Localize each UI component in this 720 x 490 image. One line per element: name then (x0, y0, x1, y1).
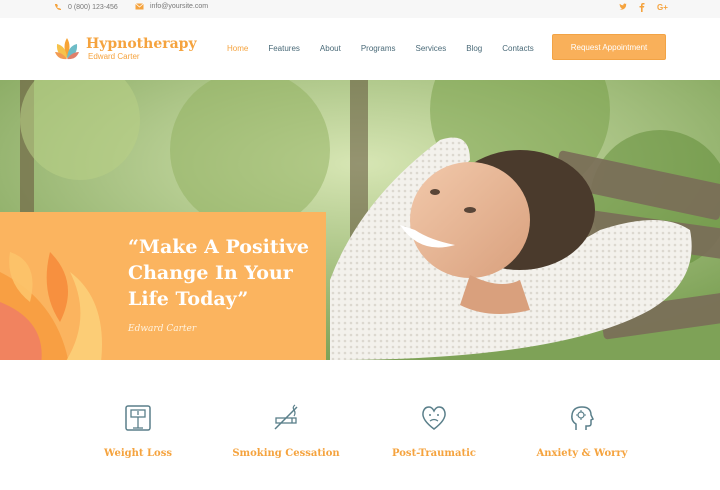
services-section: Weight Loss Smoking Cessation Post-Traum… (0, 370, 720, 490)
nav-about[interactable]: About (320, 44, 341, 53)
topbar: 0 (800) 123-456 info@yoursite.com G+ (0, 0, 720, 18)
nav-contacts[interactable]: Contacts (502, 44, 534, 53)
svg-text:G+: G+ (657, 3, 668, 11)
logo[interactable]: Hypnotherapy Edward Carter (54, 34, 197, 62)
hero-banner: “Make A Positive Change In Your Life Tod… (0, 80, 720, 360)
lotus-logo-icon (55, 38, 79, 60)
logo-subtitle: Edward Carter (88, 51, 140, 61)
hero-quote: “Make A Positive Change In Your Life Tod… (128, 236, 309, 310)
phone-contact[interactable]: 0 (800) 123-456 (54, 3, 118, 11)
service-label: Weight Loss (104, 448, 172, 459)
flame-decoration-icon (0, 252, 102, 360)
email-icon (135, 3, 144, 10)
nav-home[interactable]: Home (227, 44, 248, 53)
service-label: Smoking Cessation (232, 448, 340, 459)
twitter-icon[interactable] (619, 3, 627, 16)
service-anxiety-worry[interactable]: Anxiety & Worry (512, 404, 652, 459)
service-label: Post-Traumatic (392, 448, 476, 459)
nav-services[interactable]: Services (416, 44, 447, 53)
service-smoking-cessation[interactable]: Smoking Cessation (216, 404, 356, 459)
service-post-traumatic[interactable]: Post-Traumatic (364, 404, 504, 459)
main-nav: Home Features About Programs Services Bl… (227, 44, 554, 53)
no-smoking-icon (274, 404, 298, 430)
hero-signature: Edward Carter (128, 324, 197, 334)
phone-icon (55, 4, 61, 11)
email-address: info@yoursite.com (150, 3, 209, 10)
head-icon (571, 406, 595, 430)
request-appointment-button[interactable]: Request Appointment (552, 34, 666, 60)
nav-blog[interactable]: Blog (466, 44, 482, 53)
quote-panel: “Make A Positive Change In Your Life Tod… (0, 212, 326, 360)
service-weight-loss[interactable]: Weight Loss (68, 404, 208, 459)
site-header: Hypnotherapy Edward Carter Home Features… (0, 18, 720, 80)
email-contact[interactable]: info@yoursite.com (135, 3, 208, 10)
google-plus-icon[interactable]: G+ (657, 3, 668, 16)
nav-features[interactable]: Features (268, 44, 300, 53)
facebook-icon[interactable] (639, 3, 645, 16)
heart-face-icon (422, 406, 446, 430)
phone-number: 0 (800) 123-456 (68, 3, 118, 11)
nav-programs[interactable]: Programs (361, 44, 396, 53)
social-links: G+ (619, 3, 668, 16)
scale-icon (125, 405, 151, 431)
logo-title: Hypnotherapy (86, 35, 197, 52)
service-label: Anxiety & Worry (536, 448, 628, 459)
